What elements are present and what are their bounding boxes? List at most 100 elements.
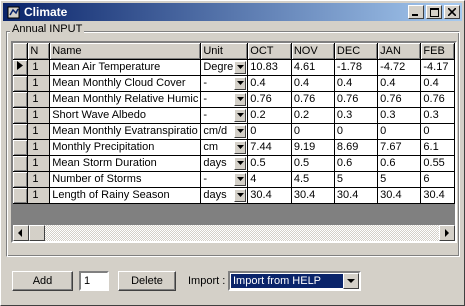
value-cell-oct[interactable]: 7.44	[247, 139, 292, 156]
row-number-cell[interactable]: 1	[27, 91, 51, 108]
value-cell-feb[interactable]: 30.4	[420, 187, 455, 204]
row-indicator[interactable]	[13, 171, 29, 188]
row-indicator[interactable]	[13, 91, 29, 108]
value-cell-feb[interactable]: 0.76	[420, 91, 455, 108]
climate-grid[interactable]: N Name Unit OCT NOV DEC JAN FEB 1 Mean Air Temper…	[11, 41, 457, 243]
value-cell-nov[interactable]: 0.2	[291, 107, 335, 124]
name-cell[interactable]: Short Wave Albedo	[49, 107, 202, 124]
delete-button[interactable]: Delete	[118, 271, 176, 291]
column-header[interactable]: Unit	[200, 43, 249, 60]
unit-dropdown-button[interactable]	[234, 188, 247, 202]
table-row[interactable]: 1 Mean Storm Duration days 0.5 0.5 0.6 0.6 0.55	[13, 155, 455, 172]
value-cell-jan[interactable]: -4.72	[377, 59, 422, 76]
value-cell-nov[interactable]: 0.76	[291, 91, 335, 108]
name-cell[interactable]: Mean Storm Duration	[49, 155, 202, 172]
value-cell-oct[interactable]: 0	[247, 123, 292, 140]
value-cell-nov[interactable]: 0.5	[291, 155, 335, 172]
unit-dropdown-button[interactable]	[234, 92, 247, 106]
value-cell-jan[interactable]: 30.4	[377, 187, 422, 204]
value-cell-oct[interactable]: 0.4	[247, 75, 292, 92]
value-cell-feb[interactable]: 6.1	[420, 139, 455, 156]
table-row[interactable]: 1 Length of Rainy Season days 30.4 30.4 30.4 3…	[13, 187, 455, 204]
unit-dropdown-button[interactable]	[234, 156, 247, 170]
column-header[interactable]: Name	[49, 43, 202, 60]
value-cell-jan[interactable]: 0	[377, 123, 422, 140]
table-row[interactable]: 1 Mean Monthly Relative Humic -0.76 0.76 0.7…	[13, 91, 455, 108]
value-cell-dec[interactable]: 0	[334, 123, 379, 140]
value-cell-feb[interactable]: 0	[420, 123, 455, 140]
row-number-cell[interactable]: 1	[27, 123, 51, 140]
value-cell-dec[interactable]: 0.6	[334, 155, 379, 172]
table-row[interactable]: 1 Short Wave Albedo -0.2 0.2 0.3 0.3 0.3	[13, 107, 455, 124]
horizontal-scrollbar[interactable]	[13, 225, 455, 241]
row-number-cell[interactable]: 1	[27, 187, 51, 204]
value-cell-dec[interactable]: 8.69	[334, 139, 379, 156]
row-number-cell[interactable]: 1	[27, 139, 51, 156]
table-row[interactable]: 1 Mean Air Temperature Degre 10.83 4.61 -1.78…	[13, 59, 455, 76]
table-row[interactable]: 1 Monthly Precipitation cm 7.44 9.19 8.69 7.67…	[13, 139, 455, 156]
value-cell-jan[interactable]: 0.3	[377, 107, 422, 124]
name-cell[interactable]: Mean Air Temperature	[49, 59, 202, 76]
unit-dropdown-button[interactable]	[234, 140, 247, 154]
name-cell[interactable]: Monthly Precipitation	[49, 139, 202, 156]
unit-dropdown-button[interactable]	[234, 76, 247, 90]
name-cell[interactable]: Mean Monthly Relative Humic	[49, 91, 202, 108]
value-cell-oct[interactable]: 0.76	[247, 91, 292, 108]
value-cell-feb[interactable]: 6	[420, 171, 455, 188]
column-header[interactable]: DEC	[334, 43, 379, 60]
value-cell-nov[interactable]: 4.5	[291, 171, 335, 188]
row-count-input[interactable]: 1	[79, 271, 109, 291]
scroll-thumb[interactable]	[29, 225, 45, 241]
row-number-cell[interactable]: 1	[27, 171, 51, 188]
value-cell-feb[interactable]: -4.17	[420, 59, 455, 76]
unit-dropdown-button[interactable]	[234, 172, 247, 186]
value-cell-feb[interactable]: 0.55	[420, 155, 455, 172]
value-cell-feb[interactable]: 0.3	[420, 107, 455, 124]
unit-cell[interactable]: days	[200, 155, 249, 172]
row-indicator[interactable]	[13, 155, 29, 172]
unit-cell[interactable]: Degre	[200, 59, 249, 76]
value-cell-dec[interactable]: 0.3	[334, 107, 379, 124]
table-row[interactable]: 1 Number of Storms -4 4.5 5 5 6	[13, 171, 455, 188]
import-dropdown-button[interactable]	[343, 273, 359, 289]
value-cell-feb[interactable]: 0.4	[420, 75, 455, 92]
value-cell-nov[interactable]: 4.61	[291, 59, 335, 76]
name-cell[interactable]: Mean Monthly Cloud Cover	[49, 75, 202, 92]
value-cell-oct[interactable]: 10.83	[247, 59, 292, 76]
row-number-cell[interactable]: 1	[27, 107, 51, 124]
row-indicator[interactable]	[13, 139, 29, 156]
unit-cell[interactable]: cm/d	[200, 123, 249, 140]
value-cell-dec[interactable]: -1.78	[334, 59, 379, 76]
table-row[interactable]: 1 Mean Monthly Evatranspiratio cm/d 0 0 0 0 0	[13, 123, 455, 140]
value-cell-oct[interactable]: 0.5	[247, 155, 292, 172]
value-cell-jan[interactable]: 0.6	[377, 155, 422, 172]
value-cell-nov[interactable]: 9.19	[291, 139, 335, 156]
table-row[interactable]: 1 Mean Monthly Cloud Cover -0.4 0.4 0.4 0.4 0.…	[13, 75, 455, 92]
value-cell-dec[interactable]: 30.4	[334, 187, 379, 204]
value-cell-jan[interactable]: 5	[377, 171, 422, 188]
minimize-button[interactable]	[408, 5, 424, 19]
row-number-cell[interactable]: 1	[27, 59, 51, 76]
unit-dropdown-button[interactable]	[234, 60, 247, 74]
import-select[interactable]: Import from HELP	[228, 271, 361, 291]
scroll-track[interactable]	[45, 225, 439, 241]
value-cell-jan[interactable]: 0.4	[377, 75, 422, 92]
unit-dropdown-button[interactable]	[234, 108, 247, 122]
row-indicator[interactable]	[13, 75, 29, 92]
close-button[interactable]	[444, 5, 460, 19]
value-cell-oct[interactable]: 4	[247, 171, 292, 188]
row-number-cell[interactable]: 1	[27, 75, 51, 92]
value-cell-oct[interactable]: 30.4	[247, 187, 292, 204]
add-button[interactable]: Add	[12, 271, 73, 291]
column-header[interactable]: N	[27, 43, 51, 60]
column-header[interactable]: JAN	[377, 43, 422, 60]
name-cell[interactable]: Mean Monthly Evatranspiratio	[49, 123, 202, 140]
value-cell-nov[interactable]: 0.4	[291, 75, 335, 92]
maximize-button[interactable]	[426, 5, 442, 19]
column-header[interactable]: NOV	[291, 43, 335, 60]
unit-cell[interactable]: -	[200, 91, 249, 108]
unit-cell[interactable]: cm	[200, 139, 249, 156]
unit-cell[interactable]: days	[200, 187, 249, 204]
value-cell-jan[interactable]: 0.76	[377, 91, 422, 108]
value-cell-dec[interactable]: 0.76	[334, 91, 379, 108]
